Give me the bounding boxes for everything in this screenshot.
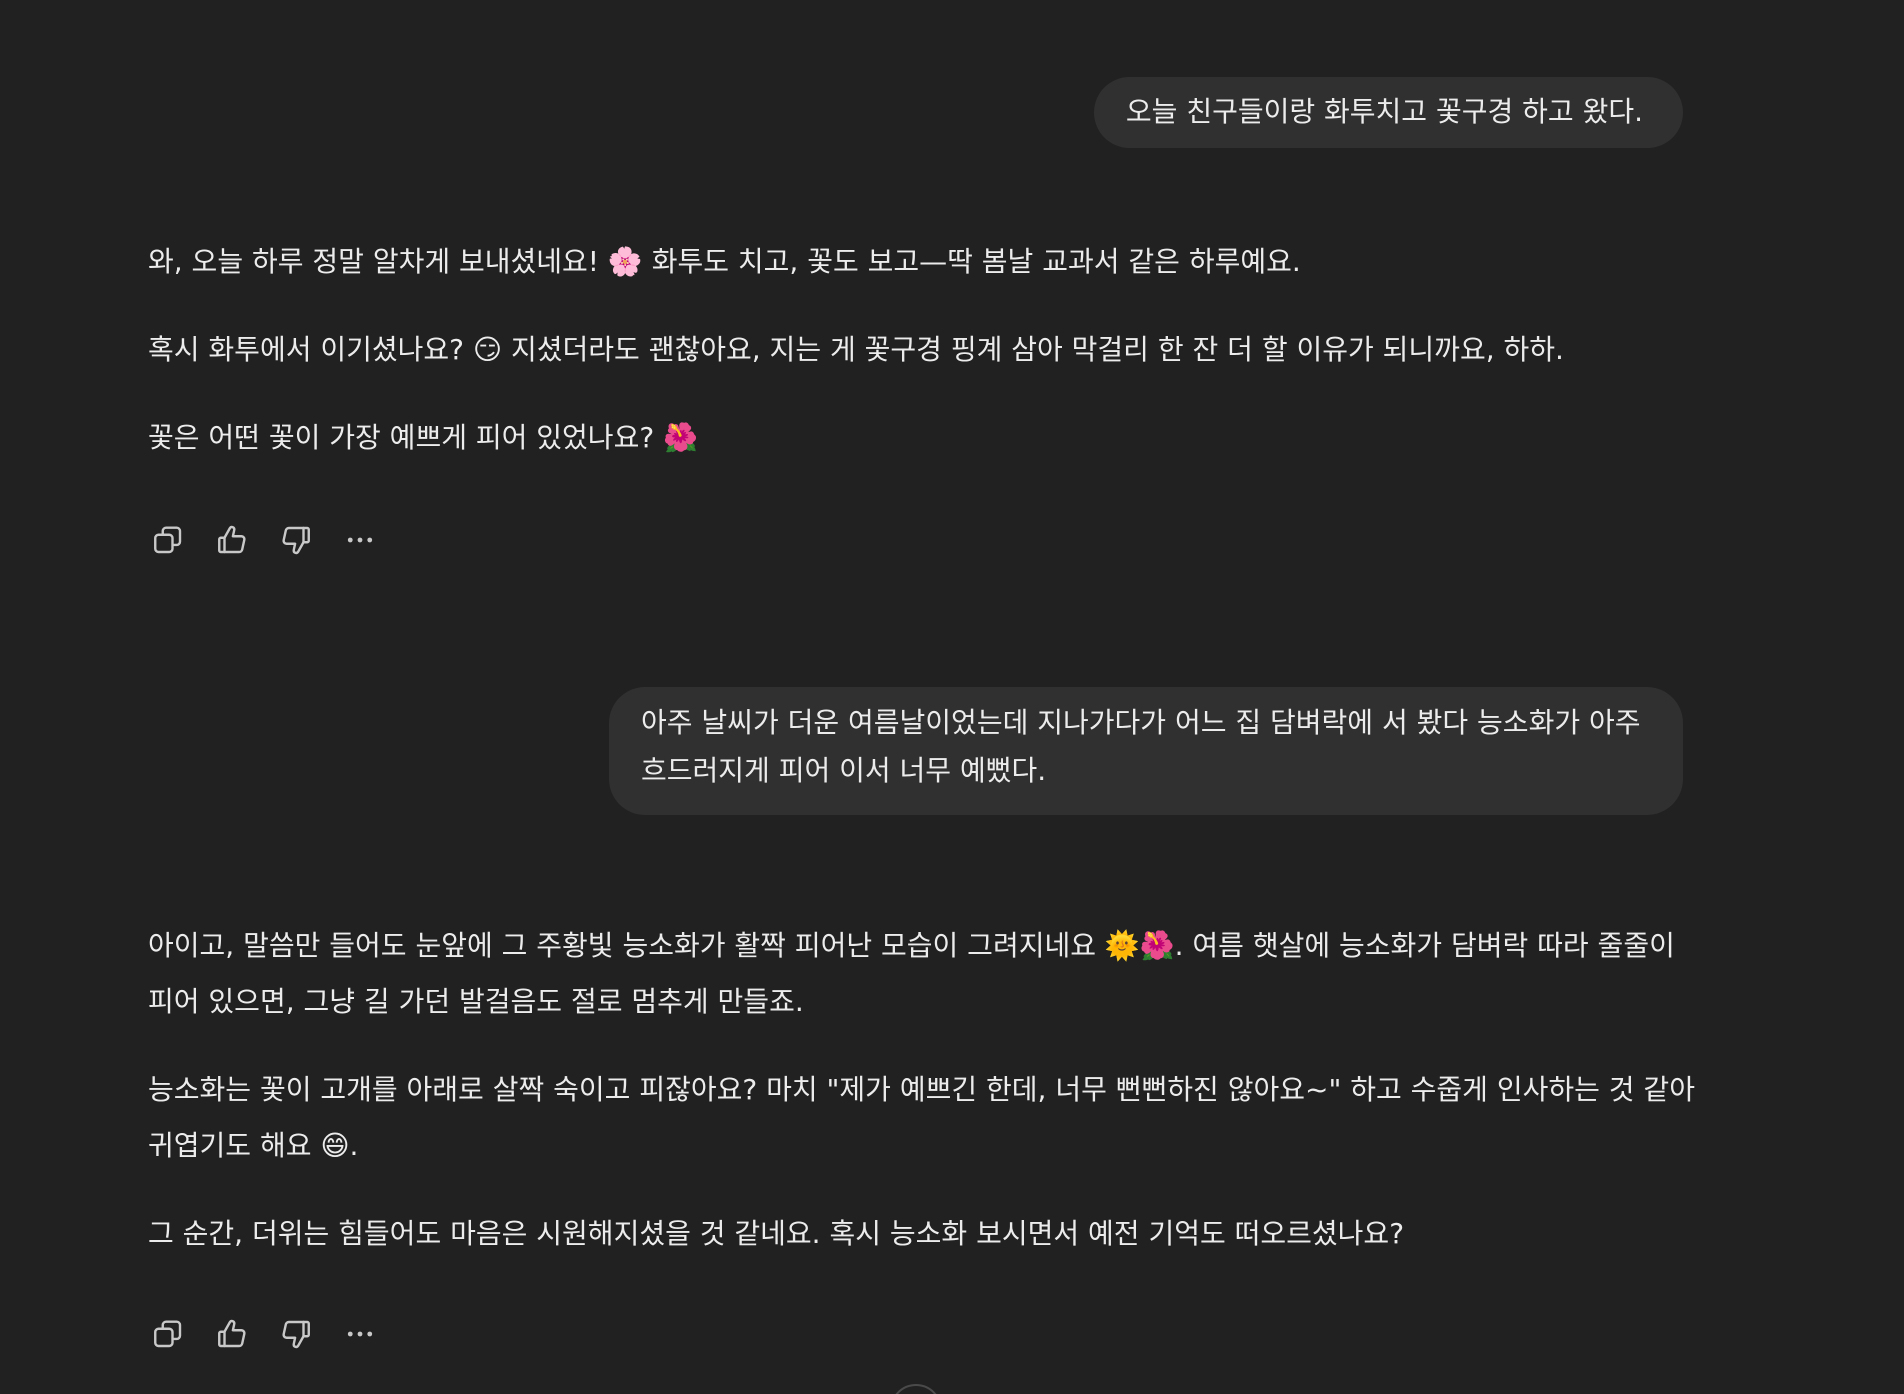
copy-icon: [154, 526, 182, 554]
thumbs-down-button[interactable]: [272, 516, 320, 564]
assistant-paragraph: 아이고, 말씀만 들어도 눈앞에 그 주황빛 능소화가 활짝 피어난 모습이 그…: [148, 929, 1675, 1018]
assistant-message: 아이고, 말씀만 들어도 눈앞에 그 주황빛 능소화가 활짝 피어난 모습이 그…: [148, 918, 1708, 1294]
assistant-paragraph: 꽃은 어떤 꽃이 가장 예쁘게 피어 있었나요? 🌺: [148, 421, 698, 454]
assistant-paragraph: 그 순간, 더위는 힘들어도 마음은 시원해지셨을 것 같네요. 혹시 능소화 …: [148, 1217, 1405, 1250]
copy-icon: [154, 1320, 182, 1348]
assistant-paragraph: 와, 오늘 하루 정말 알차게 보내셨네요! 🌸 화투도 치고, 꽃도 보고—딱…: [148, 245, 1301, 278]
thumbs-up-icon: [218, 1319, 246, 1348]
thumbs-up-button[interactable]: [208, 1310, 256, 1358]
thumbs-down-icon: [282, 526, 310, 555]
message-actions: [144, 1310, 400, 1358]
assistant-paragraph: 능소화는 꽃이 고개를 아래로 살짝 숙이고 피잖아요? 마치 "제가 예쁘긴 …: [148, 1073, 1695, 1162]
message-actions: [144, 516, 400, 564]
more-icon: [347, 1331, 373, 1337]
thumbs-down-icon: [282, 1320, 310, 1349]
assistant-message: 와, 오늘 하루 정말 알차게 보내셨네요! 🌸 화투도 치고, 꽃도 보고—딱…: [148, 238, 1708, 502]
more-options-button[interactable]: [336, 516, 384, 564]
thumbs-up-button[interactable]: [208, 516, 256, 564]
user-message: 아주 날씨가 더운 여름날이었는데 지나가다가 어느 집 담벼락에 서 봤다 능…: [609, 687, 1683, 815]
user-message: 오늘 친구들이랑 화투치고 꽃구경 하고 왔다.: [1093, 77, 1683, 148]
more-options-button[interactable]: [336, 1310, 384, 1358]
assistant-paragraph: 혹시 화투에서 이기셨나요? 😏 지셨더라도 괜찮아요, 지는 게 꽃구경 핑계…: [148, 333, 1564, 366]
copy-button[interactable]: [144, 516, 192, 564]
thumbs-up-icon: [218, 525, 246, 554]
thumbs-down-button[interactable]: [272, 1310, 320, 1358]
copy-button[interactable]: [144, 1310, 192, 1358]
scroll-down-button[interactable]: [890, 1384, 942, 1394]
chat-page: 오늘 친구들이랑 화투치고 꽃구경 하고 왔다. 와, 오늘 하루 정말 알차게…: [0, 0, 1904, 1394]
more-icon: [347, 537, 373, 543]
